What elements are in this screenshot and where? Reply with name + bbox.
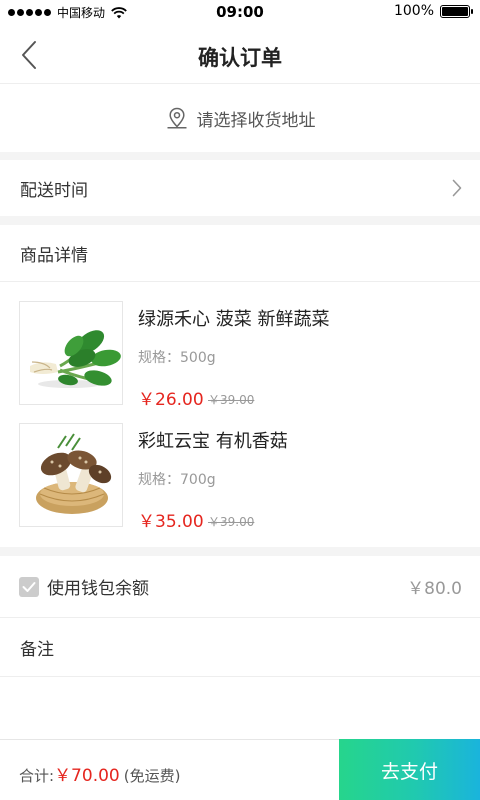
total-amount: ￥70.00 — [54, 766, 120, 786]
section-divider — [0, 152, 480, 160]
status-bar: 中国移动 09:00 100% — [0, 0, 480, 24]
products-header: 商品详情 — [0, 225, 480, 282]
product-item[interactable]: 彩虹云宝 有机香菇 规格：700g ￥35.00 ￥39.00 — [0, 423, 480, 533]
delivery-time-row[interactable]: 配送时间 — [0, 160, 480, 216]
total-label: 合计: — [19, 767, 55, 785]
pay-button[interactable]: 去支付 — [339, 739, 480, 800]
section-divider — [0, 547, 480, 556]
product-price: ￥35.00 — [138, 512, 204, 532]
product-original-price: ￥39.00 — [208, 515, 255, 529]
page-title: 确认订单 — [198, 46, 282, 70]
wallet-checkbox[interactable] — [19, 576, 39, 597]
nav-bar: 确认订单 — [0, 24, 480, 84]
product-item[interactable]: 绿源禾心 菠菜 新鲜蔬菜 规格：500g ￥26.00 ￥39.00 — [0, 301, 480, 411]
location-pin-icon — [167, 107, 186, 129]
checkout-bar: 合计: ￥70.00 (免运费) 去支付 — [0, 739, 480, 800]
remarks-row[interactable]: 备注 — [0, 619, 480, 677]
remarks-label: 备注 — [20, 640, 54, 660]
product-original-price: ￥39.00 — [208, 393, 255, 407]
spinach-image — [19, 301, 123, 405]
section-divider — [0, 216, 480, 225]
battery-icon — [440, 4, 473, 18]
mushroom-image — [19, 423, 123, 527]
product-spec: 规格：500g — [138, 350, 216, 366]
battery-percent: 100% — [393, 3, 434, 19]
status-right: 100% — [393, 3, 473, 19]
product-spec: 规格：700g — [138, 472, 216, 488]
address-selector[interactable]: 请选择收货地址 — [0, 84, 480, 152]
chevron-right-icon — [452, 179, 462, 197]
delivery-time-label: 配送时间 — [20, 180, 88, 201]
address-placeholder: 请选择收货地址 — [196, 110, 316, 131]
wallet-balance-row: 使用钱包余额 ￥80.0 — [0, 556, 480, 618]
wallet-amount: ￥80.0 — [407, 579, 462, 599]
wallet-label: 使用钱包余额 — [47, 579, 149, 599]
shipping-note: (免运费) — [123, 767, 181, 785]
check-icon — [22, 581, 36, 592]
product-price: ￥26.00 — [138, 390, 204, 410]
product-name: 绿源禾心 菠菜 新鲜蔬菜 — [138, 309, 330, 330]
order-total: 合计: ￥70.00 (免运费) — [19, 761, 180, 786]
product-name: 彩虹云宝 有机香菇 — [138, 431, 288, 452]
